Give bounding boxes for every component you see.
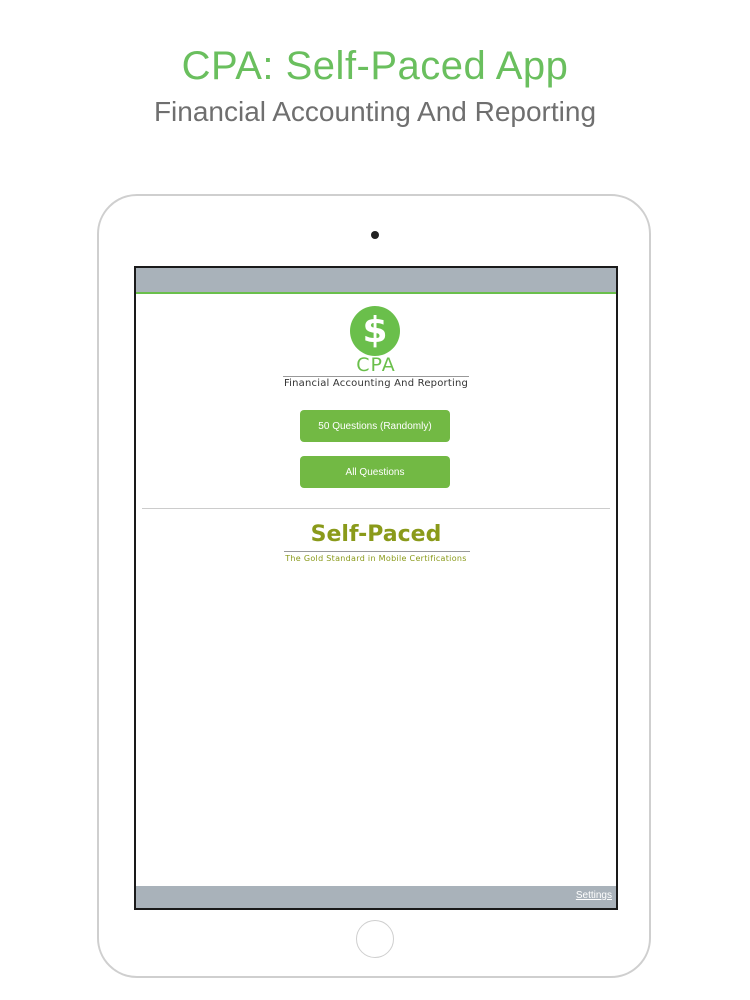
brand-tagline: The Gold Standard in Mobile Certificatio… [285,554,467,563]
brand-logo-text: Self-Paced [310,522,442,547]
dollar-symbol: $ [362,310,388,351]
random-questions-button[interactable]: 50 Questions (Randomly) [300,410,450,442]
top-status-bar [136,268,616,294]
section-divider [142,508,610,509]
bottom-toolbar: Settings [136,886,616,908]
logo-divider [283,376,469,377]
dollar-coin-icon: $ [350,306,400,356]
tablet-frame: $ CPA Financial Accounting And Reporting… [97,194,651,978]
brand-divider [284,551,470,552]
logo-name: CPA [356,354,396,376]
app-screen: $ CPA Financial Accounting And Reporting… [134,266,618,910]
camera-dot [371,231,379,239]
settings-link[interactable]: Settings [576,890,612,901]
promo-subtitle: Financial Accounting And Reporting [153,96,597,127]
home-button[interactable] [356,920,394,958]
logo-subtitle: Financial Accounting And Reporting [283,378,469,389]
all-questions-button[interactable]: All Questions [300,456,450,488]
promo-title: CPA: Self-Paced App [181,44,569,88]
